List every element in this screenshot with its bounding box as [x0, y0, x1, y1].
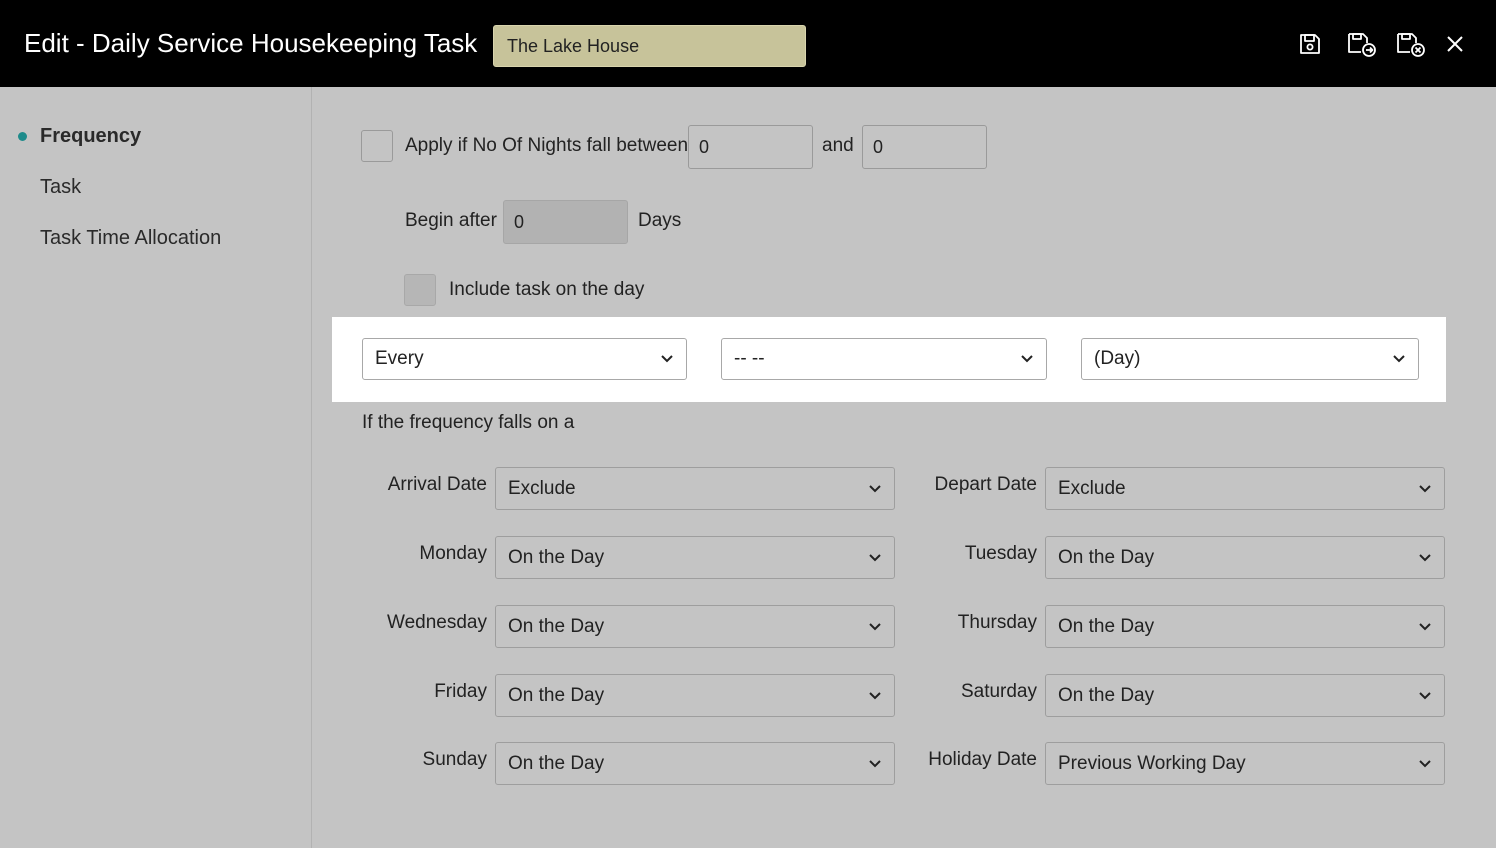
- nights-from-value: 0: [699, 136, 710, 157]
- falls-on-label: If the frequency falls on a: [362, 412, 575, 433]
- and-label: and: [822, 135, 854, 156]
- arrival-date-value: Exclude: [508, 477, 576, 499]
- monday-value: On the Day: [508, 546, 605, 568]
- holiday-date-select[interactable]: Previous Working Day: [1045, 742, 1445, 785]
- sidebar-item-frequency[interactable]: Frequency: [40, 125, 141, 148]
- include-task-label: Include task on the day: [449, 279, 645, 300]
- sidebar: [0, 87, 312, 848]
- frequency-every-value: Every: [375, 348, 424, 369]
- begin-after-value: 0: [514, 211, 525, 232]
- nights-to-value: 0: [873, 136, 884, 157]
- monday-select[interactable]: On the Day: [495, 536, 895, 579]
- frequency-every-select[interactable]: Every: [362, 338, 687, 380]
- header-bar: Edit - Daily Service Housekeeping Task T…: [0, 0, 1496, 87]
- monday-label: Monday: [419, 543, 487, 564]
- frequency-interval-value: -- --: [734, 348, 765, 369]
- chevron-down-icon: [1392, 352, 1406, 366]
- saturday-label: Saturday: [960, 681, 1037, 702]
- begin-after-input: 0: [503, 200, 628, 244]
- holiday-date-value: Previous Working Day: [1058, 752, 1246, 774]
- chevron-down-icon: [1418, 620, 1432, 634]
- close-icon[interactable]: [1440, 29, 1470, 59]
- sunday-label: Sunday: [422, 749, 487, 770]
- page-title: Edit - Daily Service Housekeeping Task: [24, 28, 478, 58]
- friday-value: On the Day: [508, 684, 605, 706]
- sunday-select[interactable]: On the Day: [495, 742, 895, 785]
- frequency-unit-value: (Day): [1094, 348, 1141, 369]
- apply-nights-checkbox[interactable]: [361, 130, 393, 162]
- frequency-unit-select[interactable]: (Day): [1081, 338, 1419, 380]
- save-icon[interactable]: [1295, 29, 1325, 59]
- chevron-down-icon: [1418, 757, 1432, 771]
- wednesday-label: Wednesday: [387, 612, 487, 633]
- sidebar-item-task-time-allocation[interactable]: Task Time Allocation: [40, 227, 221, 250]
- chevron-down-icon: [1418, 482, 1432, 496]
- sunday-value: On the Day: [508, 752, 605, 774]
- nights-from-input[interactable]: 0: [688, 125, 813, 169]
- depart-date-select[interactable]: Exclude: [1045, 467, 1445, 510]
- save-and-close-icon[interactable]: [1394, 29, 1428, 59]
- saturday-value: On the Day: [1058, 684, 1155, 706]
- depart-date-label: Depart Date: [934, 474, 1037, 495]
- saturday-select[interactable]: On the Day: [1045, 674, 1445, 717]
- wednesday-select[interactable]: On the Day: [495, 605, 895, 648]
- sidebar-item-task[interactable]: Task: [40, 176, 81, 199]
- chevron-down-icon: [1418, 551, 1432, 565]
- thursday-select[interactable]: On the Day: [1045, 605, 1445, 648]
- include-task-checkbox[interactable]: [404, 274, 436, 306]
- thursday-value: On the Day: [1058, 615, 1155, 637]
- holiday-date-label: Holiday Date: [928, 749, 1037, 770]
- tuesday-value: On the Day: [1058, 546, 1155, 568]
- depart-date-value: Exclude: [1058, 477, 1126, 499]
- begin-after-label: Begin after: [405, 210, 497, 231]
- chevron-down-icon: [1418, 689, 1432, 703]
- property-name: The Lake House: [507, 35, 640, 56]
- active-indicator-dot: [18, 132, 27, 141]
- nights-label: Apply if No Of Nights fall between: [405, 135, 689, 156]
- chevron-down-icon: [660, 352, 674, 366]
- friday-label: Friday: [434, 681, 487, 702]
- chevron-down-icon: [1020, 352, 1034, 366]
- save-and-new-icon[interactable]: [1345, 29, 1379, 59]
- tuesday-label: Tuesday: [964, 543, 1037, 564]
- frequency-interval-select[interactable]: -- --: [721, 338, 1047, 380]
- friday-select[interactable]: On the Day: [495, 674, 895, 717]
- nights-to-input[interactable]: 0: [862, 125, 987, 169]
- days-label: Days: [638, 210, 682, 231]
- arrival-date-select[interactable]: Exclude: [495, 467, 895, 510]
- wednesday-value: On the Day: [508, 615, 605, 637]
- tuesday-select[interactable]: On the Day: [1045, 536, 1445, 579]
- thursday-label: Thursday: [957, 612, 1037, 633]
- arrival-date-label: Arrival Date: [387, 474, 487, 495]
- property-selector[interactable]: The Lake House: [493, 25, 806, 67]
